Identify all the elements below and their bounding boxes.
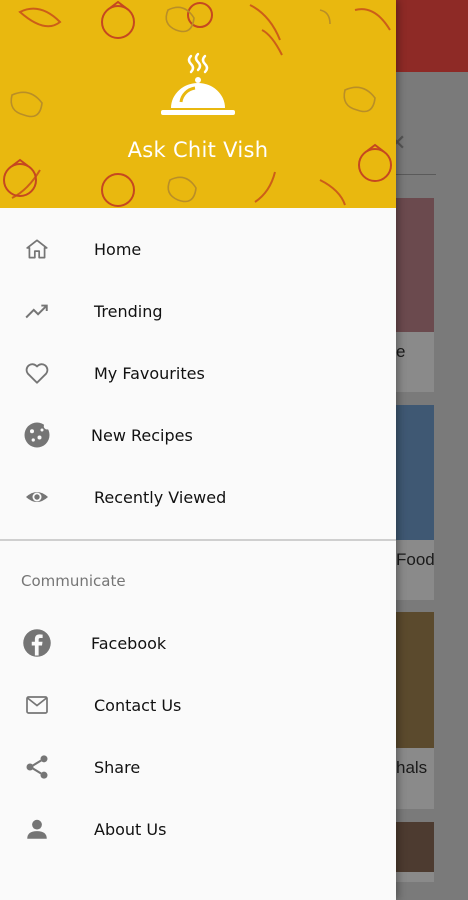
app-logo <box>0 52 396 122</box>
section-title: Communicate <box>21 572 126 590</box>
drawer-header: Ask Chit Vish <box>0 0 396 208</box>
search-underline <box>396 174 436 175</box>
facebook-icon <box>22 628 52 658</box>
recipe-card[interactable]: e <box>396 198 434 392</box>
menu-item-label: Recently Viewed <box>94 487 227 507</box>
recipe-card[interactable]: Food <box>396 405 434 600</box>
menu-item-about-us[interactable]: About Us <box>0 798 396 860</box>
navigation-drawer: Ask Chit Vish Home Trending My Favourite… <box>0 0 396 900</box>
cookie-icon <box>22 420 52 450</box>
mail-icon <box>22 690 52 720</box>
divider <box>0 539 396 541</box>
recipe-title: Food <box>396 550 434 569</box>
home-icon <box>22 234 52 264</box>
menu-item-facebook[interactable]: Facebook <box>0 612 396 674</box>
share-icon <box>22 752 52 782</box>
menu-item-share[interactable]: Share <box>0 736 396 798</box>
recipe-image <box>396 198 434 332</box>
recipe-image <box>396 612 434 748</box>
person-icon <box>22 814 52 844</box>
heart-icon <box>22 358 52 388</box>
menu-item-home[interactable]: Home <box>0 218 396 280</box>
menu-item-favourites[interactable]: My Favourites <box>0 342 396 404</box>
trending-icon <box>22 296 52 326</box>
menu-item-new-recipes[interactable]: New Recipes <box>0 404 396 466</box>
recipe-title: e <box>396 342 406 361</box>
recipe-image <box>396 405 434 540</box>
menu-item-label: New Recipes <box>91 425 193 445</box>
eye-icon <box>22 482 52 512</box>
menu-item-label: Contact Us <box>94 695 182 715</box>
cloche-icon <box>161 52 235 115</box>
recipe-image <box>396 822 434 872</box>
recipe-card[interactable]: hals <box>396 612 434 809</box>
menu-item-label: Facebook <box>91 633 167 653</box>
app-name: Ask Chit Vish <box>127 138 269 162</box>
menu-item-label: Home <box>94 239 142 259</box>
recipe-title: hals <box>396 758 428 777</box>
menu-item-label: Trending <box>94 301 163 321</box>
menu-item-label: About Us <box>94 819 167 839</box>
menu-item-label: My Favourites <box>94 363 205 383</box>
menu-item-label: Share <box>94 757 141 777</box>
menu-item-contact-us[interactable]: Contact Us <box>0 674 396 736</box>
recipe-card[interactable] <box>396 822 434 882</box>
menu-item-trending[interactable]: Trending <box>0 280 396 342</box>
menu-item-recently-viewed[interactable]: Recently Viewed <box>0 466 396 528</box>
